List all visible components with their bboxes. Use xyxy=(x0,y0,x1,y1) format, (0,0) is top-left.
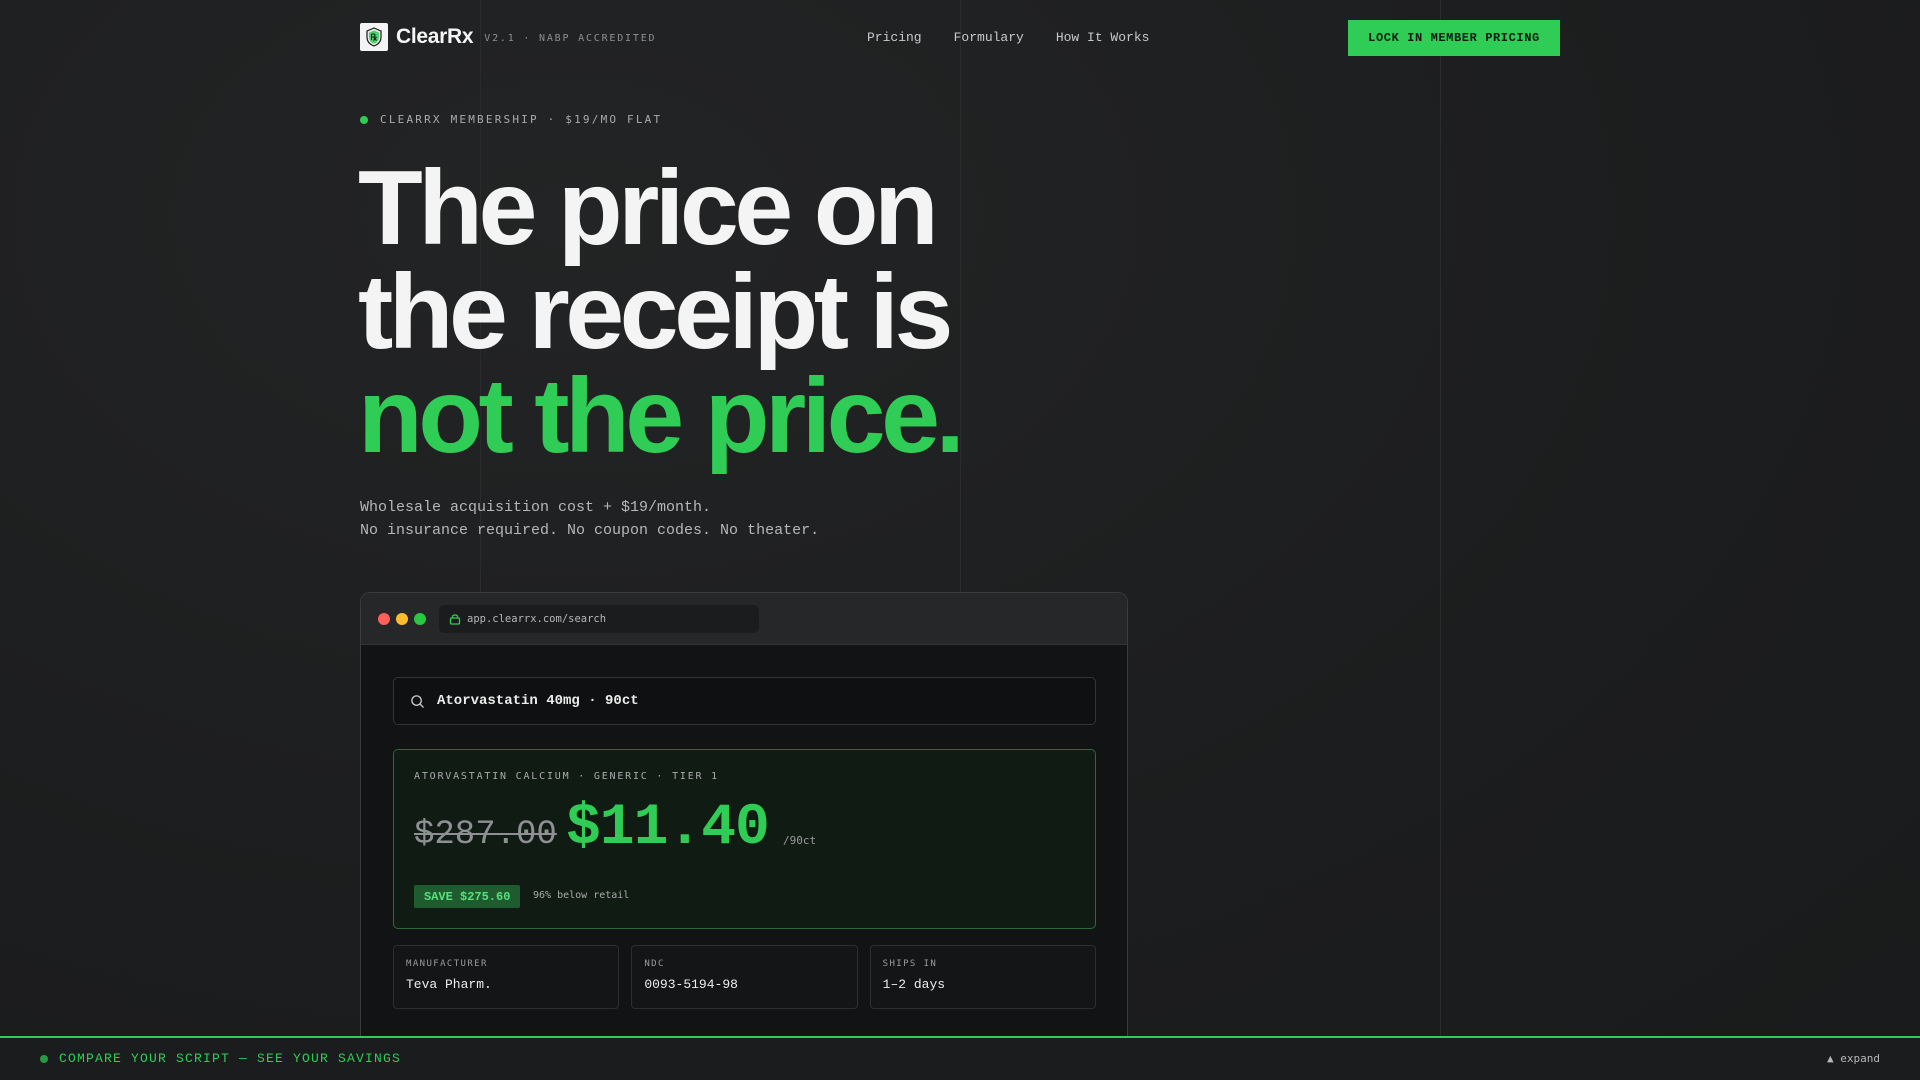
shield-rx-icon xyxy=(360,23,388,51)
nav-link-pricing[interactable]: Pricing xyxy=(867,30,922,45)
spec-value: 1–2 days xyxy=(882,977,946,992)
lock-in-pricing-button[interactable]: LOCK IN MEMBER PRICING xyxy=(1348,20,1560,56)
url-text: app.clearrx.com/search xyxy=(467,613,607,625)
status-dot-icon xyxy=(360,115,368,124)
search-value: Atorvastatin 40mg · 90ct xyxy=(437,693,639,709)
nav-links: Pricing Formulary How It Works xyxy=(867,30,1149,45)
hero-subtitle: Wholesale acquisition cost + $19/month. … xyxy=(360,496,819,542)
spec-card-manufacturer: MANUFACTURER Teva Pharm. xyxy=(393,945,620,1009)
nav-link-formulary[interactable]: Formulary xyxy=(954,30,1024,45)
member-price: $11.40 xyxy=(566,796,770,861)
hero-headline: The price on the receipt is not the pric… xyxy=(358,149,965,475)
subtitle-line-2: No insurance required. No coupon codes. … xyxy=(360,522,820,539)
address-bar[interactable]: app.clearrx.com/search xyxy=(439,605,759,633)
spec-label: MANUFACTURER xyxy=(406,959,488,969)
brand-name: ClearRx xyxy=(396,25,474,48)
lock-icon xyxy=(449,614,461,625)
expand-toggle[interactable]: ▲ expand xyxy=(1827,1052,1880,1065)
savings-badge: SAVE $275.60 xyxy=(414,885,521,908)
subtitle-line-1: Wholesale acquisition cost + $19/month. xyxy=(360,499,712,516)
drug-search-input[interactable]: Atorvastatin 40mg · 90ct xyxy=(393,677,1096,725)
version-badge: V2.1 · NABP ACCREDITED xyxy=(484,32,657,44)
nav-link-how-it-works[interactable]: How It Works xyxy=(1056,30,1150,45)
browser-toolbar: app.clearrx.com/search xyxy=(361,593,1127,645)
spec-cards: MANUFACTURER Teva Pharm. NDC 0093-5194-9… xyxy=(393,945,1096,1009)
grid-line xyxy=(1440,0,1441,1036)
savings-note: 96% below retail xyxy=(533,890,630,901)
drug-label: ATORVASTATIN CALCIUM · GENERIC · TIER 1 xyxy=(414,771,719,782)
retail-price: $287.00 xyxy=(414,816,557,854)
eyebrow-text: CLEARRX MEMBERSHIP · $19/MO FLAT xyxy=(380,113,663,126)
headline-line-3: not the price. xyxy=(358,357,965,475)
window-controls xyxy=(378,613,426,625)
search-icon xyxy=(411,694,424,708)
brand[interactable]: ClearRx V2.1 · NABP ACCREDITED xyxy=(360,23,656,51)
headline-line-1: The price on xyxy=(358,149,939,267)
spec-card-ndc: NDC 0093-5194-98 xyxy=(631,945,858,1009)
spec-card-ships-in: SHIPS IN 1–2 days xyxy=(869,945,1096,1009)
price-result-card[interactable]: ATORVASTATIN CALCIUM · GENERIC · TIER 1 … xyxy=(393,749,1096,929)
compare-cta[interactable]: COMPARE YOUR SCRIPT — SEE YOUR SAVINGS xyxy=(40,1051,401,1066)
spec-label: SHIPS IN xyxy=(882,959,938,969)
minimize-dot-icon xyxy=(396,613,408,625)
spec-value: 0093-5194-98 xyxy=(644,977,738,992)
maximize-dot-icon xyxy=(414,613,426,625)
spec-label: NDC xyxy=(644,959,665,969)
landing-page: ClearRx V2.1 · NABP ACCREDITED Pricing F… xyxy=(0,0,1920,1080)
compare-text: COMPARE YOUR SCRIPT — SEE YOUR SAVINGS xyxy=(59,1051,402,1066)
compare-drawer-bar[interactable]: COMPARE YOUR SCRIPT — SEE YOUR SAVINGS ▲… xyxy=(0,1036,1920,1080)
top-nav: ClearRx V2.1 · NABP ACCREDITED Pricing F… xyxy=(360,20,1560,56)
membership-eyebrow: CLEARRX MEMBERSHIP · $19/MO FLAT xyxy=(360,113,662,126)
price-unit: /90ct xyxy=(783,834,817,847)
status-dot-icon xyxy=(40,1054,48,1063)
spec-value: Teva Pharm. xyxy=(406,977,492,992)
close-dot-icon xyxy=(378,613,390,625)
headline-line-2: the receipt is xyxy=(358,253,953,371)
browser-mockup: app.clearrx.com/search Atorvastatin 40mg… xyxy=(360,592,1128,1036)
